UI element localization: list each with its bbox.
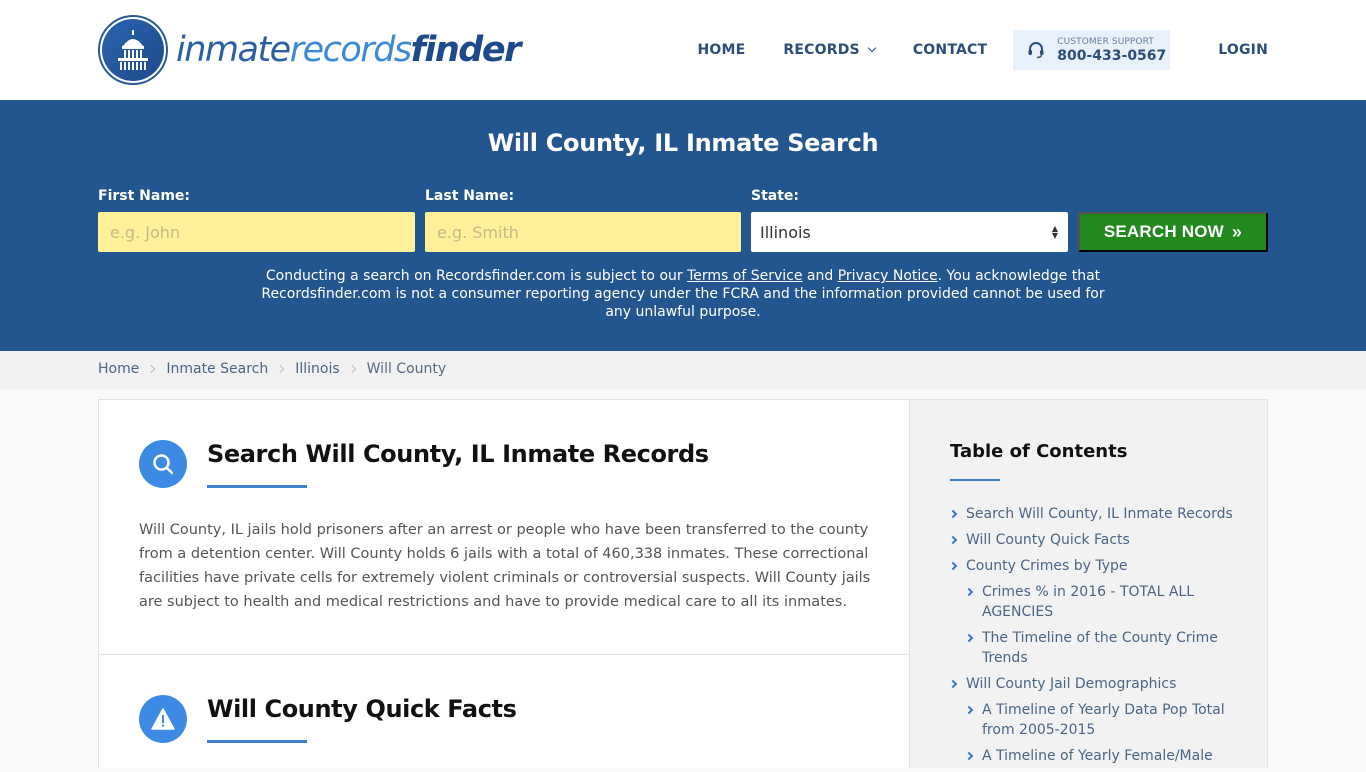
- select-arrows-icon: ▲ ▼: [1051, 224, 1058, 240]
- breadcrumb: Home Inmate Search Illinois Will County: [98, 361, 446, 377]
- logo-wordmark: inmaterecordsfinder: [176, 29, 522, 70]
- breadcrumb-bar: Home Inmate Search Illinois Will County: [0, 351, 1366, 389]
- section-body-search-records: Will County, IL jails hold prisoners aft…: [139, 522, 871, 610]
- double-chevron-right-icon: »: [1231, 221, 1243, 242]
- breadcrumb-home[interactable]: Home: [98, 361, 139, 377]
- breadcrumb-illinois[interactable]: Illinois: [295, 361, 339, 377]
- section-title-search-records: Search Will County, IL Inmate Records: [207, 440, 709, 468]
- main-article: Search Will County, IL Inmate Records Wi…: [98, 399, 910, 768]
- chevron-right-icon: [964, 633, 974, 643]
- headset-icon: [1028, 42, 1044, 59]
- toc-title-underline: [950, 479, 1000, 481]
- search-disclaimer: Conducting a search on Recordsfinder.com…: [250, 267, 1116, 321]
- toc-link[interactable]: The Timeline of the County Crime Trends: [982, 630, 1218, 666]
- nav-contact-label: CONTACT: [912, 42, 988, 58]
- toc-list: Search Will County, IL Inmate Records Wil…: [948, 504, 1240, 772]
- section-divider: [99, 654, 909, 655]
- section-title-underline: [207, 485, 307, 488]
- privacy-notice-link[interactable]: Privacy Notice: [838, 268, 938, 284]
- logo-text-finder: finder: [410, 29, 522, 70]
- last-name-label: Last Name:: [425, 188, 515, 204]
- toc-link[interactable]: Will County Jail Demographics: [966, 676, 1176, 692]
- chevron-right-icon: [948, 509, 958, 519]
- nav-contact[interactable]: CONTACT: [913, 42, 987, 58]
- disclaimer-text-1: Conducting a search on Recordsfinder.com…: [265, 268, 688, 284]
- toc-item[interactable]: County Crimes by Type: [948, 556, 1240, 576]
- first-name-input[interactable]: [98, 212, 415, 252]
- toc-item[interactable]: Crimes % in 2016 - TOTAL ALL AGENCIES: [964, 582, 1240, 622]
- disclaimer-text-2: and: [802, 268, 838, 284]
- chevron-right-icon: [948, 535, 958, 545]
- breadcrumb-inmate-search[interactable]: Inmate Search: [166, 361, 268, 377]
- chevron-down-icon: [867, 43, 877, 53]
- main-nav: HOME RECORDS CONTACT CUSTOMER SUPPORT 80…: [698, 30, 1269, 70]
- section-title-quick-facts: Will County Quick Facts: [207, 695, 517, 723]
- toc-link[interactable]: A Timeline of Yearly Data Pop Total from…: [982, 702, 1225, 738]
- toc-link[interactable]: County Crimes by Type: [966, 558, 1128, 574]
- support-phone: 800-433-0567: [1057, 47, 1167, 64]
- capitol-logo-icon: [98, 15, 168, 85]
- toc-item[interactable]: Search Will County, IL Inmate Records: [948, 504, 1240, 524]
- nav-records-label: RECORDS: [783, 42, 860, 58]
- content-area: Search Will County, IL Inmate Records Wi…: [98, 399, 1268, 768]
- logo-text-inmate: inmate: [176, 29, 291, 70]
- logo-text-records: records: [289, 29, 412, 70]
- toc-item[interactable]: A Timeline of Yearly Female/Male: [964, 746, 1240, 766]
- chevron-right-icon: [964, 587, 974, 597]
- nav-records[interactable]: RECORDS: [783, 42, 877, 58]
- chevron-right-icon: [147, 364, 156, 374]
- support-label: CUSTOMER SUPPORT: [1057, 36, 1154, 47]
- page-title: Will County, IL Inmate Search: [487, 129, 879, 157]
- search-now-label: SEARCH NOW: [1103, 222, 1224, 241]
- chevron-right-icon: [347, 364, 356, 374]
- toc-link[interactable]: Crimes % in 2016 - TOTAL ALL AGENCIES: [982, 584, 1194, 620]
- toc-item[interactable]: Will County Quick Facts: [948, 530, 1240, 550]
- warning-icon: [139, 695, 187, 743]
- first-name-label: First Name:: [98, 188, 191, 204]
- state-label: State:: [751, 188, 800, 204]
- chevron-right-icon: [275, 364, 285, 374]
- site-logo[interactable]: inmaterecordsfinder: [98, 15, 522, 85]
- table-of-contents: Table of Contents Search Will County, IL…: [909, 399, 1268, 768]
- nav-home[interactable]: HOME: [698, 42, 746, 58]
- chevron-right-icon: [964, 751, 974, 761]
- terms-of-service-link[interactable]: Terms of Service: [687, 268, 802, 284]
- state-select[interactable]: Illinois ▲ ▼: [751, 212, 1068, 252]
- toc-link[interactable]: Search Will County, IL Inmate Records: [966, 506, 1233, 522]
- toc-title: Table of Contents: [950, 441, 1128, 462]
- toc-link[interactable]: Will County Quick Facts: [966, 532, 1130, 548]
- search-now-button[interactable]: SEARCH NOW »: [1078, 212, 1268, 252]
- nav-login[interactable]: LOGIN: [1218, 42, 1268, 58]
- nav-home-label: HOME: [697, 42, 746, 58]
- state-selected-value: Illinois: [760, 222, 811, 242]
- search-hero: Will County, IL Inmate Search First Name…: [0, 100, 1366, 351]
- breadcrumb-will-county: Will County: [366, 361, 447, 377]
- chevron-right-icon: [948, 679, 958, 689]
- last-name-input[interactable]: [425, 212, 741, 252]
- customer-support-button[interactable]: CUSTOMER SUPPORT 800-433-0567: [1013, 30, 1171, 70]
- toc-link[interactable]: A Timeline of Yearly Female/Male: [982, 748, 1213, 764]
- chevron-right-icon: [964, 705, 974, 715]
- toc-item[interactable]: A Timeline of Yearly Data Pop Total from…: [964, 700, 1240, 740]
- site-header: inmaterecordsfinder HOME RECORDS CONTACT…: [0, 0, 1366, 100]
- section-title-underline: [207, 740, 307, 743]
- nav-login-label: LOGIN: [1218, 42, 1268, 58]
- toc-item[interactable]: The Timeline of the County Crime Trends: [964, 628, 1240, 668]
- search-icon: [139, 440, 187, 488]
- toc-item[interactable]: Will County Jail Demographics: [948, 674, 1240, 694]
- chevron-right-icon: [948, 561, 958, 571]
